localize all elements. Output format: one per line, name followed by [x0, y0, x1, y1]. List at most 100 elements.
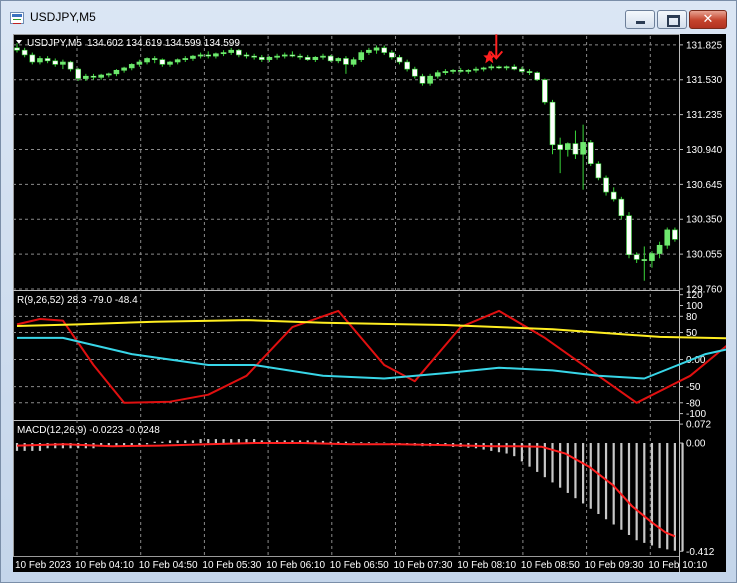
- candle-body: [366, 49, 372, 53]
- chart-window-icon: [10, 12, 24, 24]
- price-tick-label: 131.235: [686, 110, 723, 121]
- chart-svg[interactable]: 131.825 131.530 131.235 130.940 130.645 130.3…: [13, 34, 726, 572]
- candle-body: [610, 191, 617, 200]
- oscillator-line-2: [17, 336, 726, 380]
- candle-body: [350, 59, 357, 65]
- candle-body: [67, 61, 74, 70]
- candle-body: [29, 54, 36, 63]
- candle-body: [52, 60, 59, 65]
- time-tick-label: 10 Feb 06:50: [330, 560, 389, 571]
- candle-body: [549, 101, 556, 146]
- candle-body: [526, 71, 533, 73]
- price-tick-label: 131.530: [686, 75, 723, 86]
- candle-body: [75, 68, 82, 79]
- candle-body: [44, 58, 51, 62]
- annotation-arrow-icon: [489, 34, 504, 60]
- maximize-button[interactable]: [657, 10, 687, 29]
- macd-label: MACD(12,26,9) -0.0223 -0.0248: [17, 425, 160, 436]
- close-button[interactable]: ✕: [689, 10, 727, 29]
- candle-body: [434, 72, 441, 77]
- candle-body: [519, 68, 525, 72]
- candle-body: [664, 229, 671, 246]
- macd-tick-label: 0.072: [686, 420, 711, 431]
- candle-body: [542, 79, 548, 103]
- candle-body: [266, 56, 273, 60]
- candle-body: [60, 61, 66, 65]
- candle-body: [259, 56, 265, 60]
- candle-body: [503, 66, 510, 69]
- candle-body: [358, 52, 365, 60]
- candle-body: [289, 54, 296, 57]
- oscillator-tick-label: 120: [686, 290, 703, 301]
- candle-body: [106, 73, 112, 76]
- candle-body: [511, 66, 518, 70]
- candle-body: [411, 68, 418, 77]
- candle-body: [557, 144, 563, 150]
- candle-body: [564, 143, 571, 150]
- candle-body: [121, 67, 127, 71]
- candle-body: [167, 61, 173, 65]
- time-tick-label: 10 Feb 06:10: [266, 560, 325, 571]
- candle-body: [14, 47, 20, 51]
- candle-body: [182, 58, 189, 60]
- minimize-button[interactable]: [625, 10, 655, 29]
- title-bar[interactable]: USDJPY,M5 ✕: [1, 1, 736, 33]
- chart-area[interactable]: 131.825 131.530 131.235 130.940 130.645 130.3…: [13, 34, 726, 572]
- macd-tick-label: -0.412: [686, 547, 715, 558]
- candle-body: [373, 47, 380, 51]
- candle-body: [381, 47, 388, 53]
- candle-body: [580, 142, 586, 155]
- candle-body: [190, 55, 196, 59]
- candle-body: [228, 49, 234, 53]
- ohlc-label: 134.602 134.619 134.599 134.599: [87, 38, 240, 49]
- candle-body: [220, 52, 227, 55]
- oscillator-label: R(9,26,52) 28.3 -79.0 -48.4: [17, 295, 138, 306]
- oscillator-tick-label: -80: [686, 398, 701, 409]
- candle-body: [587, 142, 594, 164]
- candle-body: [128, 64, 135, 69]
- candle-body: [649, 253, 655, 261]
- oscillator-tick-label: -100: [686, 409, 706, 420]
- candle-body: [488, 66, 495, 69]
- candle-body: [457, 69, 464, 72]
- price-tick-label: 131.825: [686, 40, 723, 51]
- time-tick-label: 10 Feb 04:10: [75, 560, 134, 571]
- oscillator-line-3: [16, 319, 726, 340]
- terminal-window: USDJPY,M5 ✕ 131.825 131.530 131.235 130.940…: [0, 0, 737, 583]
- candle-body: [480, 67, 487, 70]
- candle-body: [297, 55, 303, 58]
- candle-body: [274, 55, 280, 58]
- candle-body: [151, 58, 158, 60]
- time-tick-label: 10 Feb 10:10: [648, 560, 707, 571]
- candle-body: [672, 229, 678, 240]
- macd-tick-label: 0.00: [686, 439, 706, 450]
- price-tick-label: 130.940: [686, 145, 723, 156]
- time-tick-label: 10 Feb 04:50: [139, 560, 198, 571]
- candle-body: [633, 254, 640, 260]
- window-title: USDJPY,M5: [30, 10, 96, 24]
- candle-body: [641, 259, 648, 261]
- time-tick-label: 10 Feb 2023: [15, 560, 72, 571]
- time-tick-label: 10 Feb 07:30: [394, 560, 453, 571]
- oscillator-line-1: [16, 309, 726, 404]
- time-tick-label: 10 Feb 05:30: [202, 560, 261, 571]
- candle-body: [427, 75, 433, 84]
- candle-body: [618, 198, 625, 217]
- time-tick-label: 10 Feb 09:30: [585, 560, 644, 571]
- candle-body: [21, 49, 28, 56]
- candle-body: [205, 54, 212, 57]
- close-icon: ✕: [702, 12, 714, 27]
- candle-body: [236, 49, 242, 56]
- price-tick-label: 130.645: [686, 180, 723, 191]
- time-tick-label: 10 Feb 08:50: [521, 560, 580, 571]
- candle-body: [534, 72, 541, 81]
- candle-body: [626, 215, 632, 256]
- candle-body: [213, 53, 219, 57]
- candle-body: [113, 69, 120, 75]
- price-tick-label: 130.055: [686, 250, 723, 261]
- candle-body: [251, 55, 257, 58]
- candle-body: [404, 61, 410, 70]
- candle-body: [442, 71, 449, 73]
- candle-body: [159, 59, 166, 65]
- candle-body: [136, 61, 143, 65]
